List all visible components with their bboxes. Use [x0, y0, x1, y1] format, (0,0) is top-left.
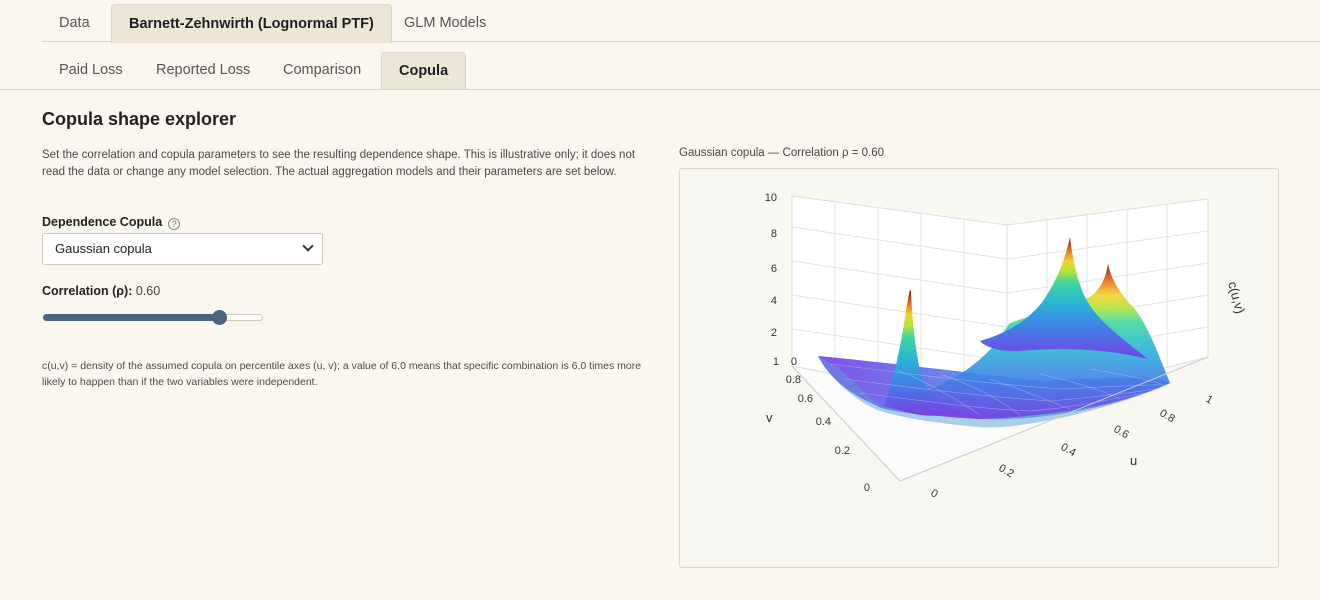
sub-tab-bar: Paid Loss Reported Loss Comparison Copul… [42, 52, 1320, 90]
chevron-down-icon [302, 240, 314, 252]
z-tick-10: 10 [765, 192, 777, 204]
plot-caption: Gaussian copula — Correlation ρ = 0.60 [679, 147, 885, 159]
question-circle-icon[interactable]: ? [168, 218, 181, 230]
sub-tab-divider [0, 89, 1320, 90]
copula-select[interactable]: Gaussian copula [42, 233, 323, 265]
correlation-value: 0.60 [135, 284, 161, 298]
z-tick-6: 6 [771, 263, 777, 275]
copula-label: Dependence Copula? [42, 215, 181, 230]
tab-comparison[interactable]: Comparison [266, 52, 378, 89]
u-tick-0-2: 0.2 [997, 462, 1016, 480]
z-tick-4: 4 [771, 295, 777, 307]
tab-barnett-zehnwirth[interactable]: Barnett-Zehnwirth (Lognormal PTF) [111, 4, 392, 43]
u-axis-title: u [1130, 453, 1137, 468]
tab-reported-loss[interactable]: Reported Loss [139, 52, 267, 89]
u-tick-0: 0 [929, 487, 940, 500]
u-tick-0-8: 0.8 [1158, 407, 1177, 425]
z-axis-title: c(u,v) [1225, 280, 1248, 315]
v-tick-0-6: 0.6 [798, 393, 813, 405]
copula-3d-plot[interactable]: 10 8 6 4 2 0 c(u,v) 1 0.8 0.6 0.4 0.2 0 … [679, 168, 1279, 568]
v-axis-title: v [766, 410, 773, 425]
slider-thumb[interactable] [212, 310, 227, 325]
top-tab-bar: Data Barnett-Zehnwirth (Lognormal PTF) G… [42, 4, 1320, 43]
tab-copula[interactable]: Copula [381, 52, 467, 90]
u-tick-0-6: 0.6 [1112, 423, 1131, 441]
copula-label-text: Dependence Copula [42, 215, 163, 229]
tab-glm-models[interactable]: GLM Models [387, 4, 503, 42]
u-tick-0-4: 0.4 [1059, 441, 1078, 459]
v-tick-0-8: 0.8 [786, 374, 801, 386]
slider-fill [43, 314, 219, 321]
correlation-label: Correlation (ρ): 0.60 [42, 284, 160, 298]
v-tick-0-4: 0.4 [816, 416, 831, 428]
tab-data[interactable]: Data [42, 4, 107, 42]
plot-canvas: 10 8 6 4 2 0 c(u,v) 1 0.8 0.6 0.4 0.2 0 … [765, 192, 1248, 501]
v-tick-1: 1 [773, 356, 779, 368]
z-tick-8: 8 [771, 228, 777, 240]
tab-paid-loss[interactable]: Paid Loss [42, 52, 140, 89]
correlation-slider[interactable] [43, 310, 263, 325]
copula-select-value: Gaussian copula [55, 241, 152, 256]
v-tick-0: 0 [864, 482, 870, 494]
page-title: Copula shape explorer [42, 109, 237, 129]
z-tick-0: 0 [791, 356, 797, 368]
v-tick-0-2: 0.2 [835, 445, 850, 457]
correlation-label-text: Correlation (ρ): [42, 284, 133, 298]
density-note: c(u,v) = density of the assumed copula o… [42, 360, 642, 388]
z-tick-2: 2 [771, 327, 777, 339]
description-text: Set the correlation and copula parameter… [42, 149, 636, 178]
u-tick-1: 1 [1204, 393, 1215, 406]
